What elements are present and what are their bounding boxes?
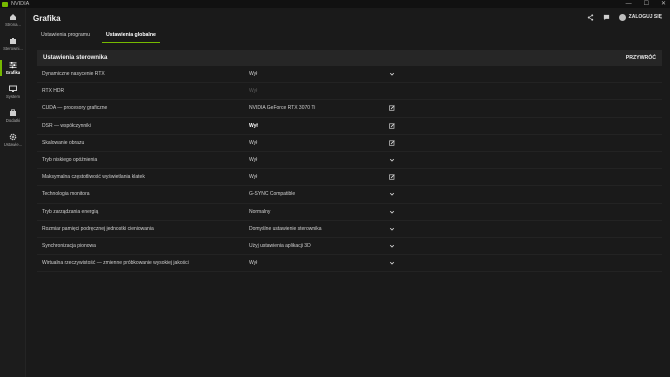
setting-value[interactable]: Wył: [249, 174, 257, 180]
gear-icon: [9, 133, 17, 141]
share-icon[interactable]: [587, 13, 595, 21]
sliders-icon: [9, 61, 17, 69]
login-label: ZALOGUJ SIĘ: [628, 14, 662, 20]
setting-label: Rozmiar pamięci podręcznej jednostki cie…: [42, 225, 154, 232]
setting-value[interactable]: Użyj ustawienia aplikacji 3D: [249, 243, 311, 249]
window-controls: — ☐ ✕: [626, 0, 666, 8]
app-title: NVIDIA: [11, 1, 30, 7]
sidebar-item-label: System: [6, 94, 20, 99]
sidebar-item-settings[interactable]: Ustawie...: [0, 128, 26, 152]
chevron-down-icon[interactable]: [388, 208, 395, 215]
setting-value[interactable]: Wył: [249, 260, 257, 266]
setting-value[interactable]: Wył: [249, 157, 257, 163]
chevron-down-icon[interactable]: [388, 71, 395, 78]
title-bar: NVIDIA — ☐ ✕: [0, 0, 670, 8]
setting-value[interactable]: Wył: [249, 71, 257, 77]
login-button[interactable]: ZALOGUJ SIĘ: [618, 13, 662, 21]
setting-row[interactable]: DSR — współczynniki Wył: [37, 118, 662, 135]
setting-label: Synchronizacja pionowa: [42, 242, 96, 249]
setting-label: Technologia monitora: [42, 191, 90, 198]
sidebar-item-label: Ustawie...: [3, 142, 23, 147]
page-title: Grafika: [33, 13, 61, 23]
setting-label: Maksymalna częstotliwość wyświetlania kl…: [42, 174, 145, 181]
setting-label: Skalowanie obrazu: [42, 139, 85, 146]
setting-label: CUDA — procesory graficzne: [42, 105, 108, 112]
addons-icon: [9, 109, 17, 117]
setting-label: Tryb niskiego opóźnienia: [42, 157, 98, 164]
sidebar-item-label: Strona...: [5, 22, 21, 27]
close-button[interactable]: ✕: [661, 0, 666, 8]
chevron-down-icon[interactable]: [388, 225, 395, 232]
setting-label: Wirtualna rzeczywistość — zmienne próbko…: [42, 260, 189, 267]
header-actions: ZALOGUJ SIĘ: [587, 13, 662, 21]
chevron-down-icon[interactable]: [388, 191, 395, 198]
home-icon: [9, 13, 17, 21]
panel-header: Ustawienia sterownika PRZYWRÓĆ: [37, 50, 662, 66]
page-header: Grafika ZALOGUJ SIĘ: [27, 8, 670, 28]
driver-icon: [9, 37, 17, 45]
setting-row[interactable]: Maksymalna częstotliwość wyświetlania kl…: [37, 169, 662, 187]
setting-label: RTX HDR: [42, 88, 65, 95]
setting-value[interactable]: Domyślne ustawienie sterownika: [249, 226, 322, 232]
setting-value[interactable]: Normalny: [249, 209, 270, 215]
edit-icon[interactable]: [388, 174, 395, 181]
setting-label: Dynamiczne nasycenie RTX: [42, 71, 105, 78]
settings-list: Dynamiczne nasycenie RTX Wył RTX HDR Wył CUD…: [37, 66, 662, 273]
sidebar-item-addons[interactable]: Dodatki: [0, 104, 26, 128]
feedback-icon[interactable]: [603, 13, 611, 21]
setting-value: Wył: [249, 88, 258, 95]
sidebar-item-drivers[interactable]: Sterowni...: [0, 32, 26, 56]
monitor-icon: [9, 85, 17, 93]
setting-label: Tryb zarządzania energią: [42, 208, 99, 215]
setting-row[interactable]: Rozmiar pamięci podręcznej jednostki cie…: [37, 221, 662, 238]
sidebar-item-label: Sterowni...: [3, 46, 23, 51]
setting-row[interactable]: Skalowanie obrazu Wył: [37, 135, 662, 152]
tab-global-settings[interactable]: Ustawienia globalne: [98, 29, 164, 43]
panel-title: Ustawienia sterownika: [43, 55, 108, 61]
setting-value[interactable]: Wył: [249, 123, 258, 129]
sidebar-item-home[interactable]: Strona...: [0, 8, 26, 32]
setting-label: DSR — współczynniki: [42, 122, 91, 129]
maximize-button[interactable]: ☐: [644, 0, 649, 8]
setting-row: RTX HDR Wył: [37, 83, 662, 101]
setting-row[interactable]: Technologia monitora G-SYNC Compatible: [37, 186, 662, 204]
setting-row[interactable]: Synchronizacja pionowa Użyj ustawienia ap…: [37, 238, 662, 256]
setting-value[interactable]: Wył: [249, 140, 257, 146]
avatar: [618, 13, 626, 21]
setting-row[interactable]: Tryb zarządzania energią Normalny: [37, 204, 662, 221]
tab-bar: Ustawienia programu Ustawienia globalne: [33, 29, 164, 43]
edit-icon[interactable]: [388, 139, 395, 146]
minimize-button[interactable]: —: [626, 0, 632, 8]
chevron-down-icon[interactable]: [388, 242, 395, 249]
driver-settings-panel: Ustawienia sterownika PRZYWRÓĆ Dynamiczn…: [37, 50, 662, 276]
sidebar: Strona... Sterowni... Grafika System Dod…: [0, 8, 26, 377]
edit-icon[interactable]: [388, 122, 395, 129]
nvidia-logo-icon: [2, 1, 8, 7]
setting-value[interactable]: G-SYNC Compatible: [249, 191, 295, 197]
setting-row[interactable]: CUDA — procesory graficzne NVIDIA GeForce…: [37, 100, 662, 118]
sidebar-item-label: Dodatki: [5, 118, 21, 123]
setting-value[interactable]: NVIDIA GeForce RTX 3070 Ti: [249, 105, 315, 111]
chevron-down-icon[interactable]: [388, 260, 395, 267]
setting-row[interactable]: Wirtualna rzeczywistość — zmienne próbko…: [37, 255, 662, 273]
setting-row[interactable]: Tryb niskiego opóźnienia Wył: [37, 152, 662, 170]
reset-button[interactable]: PRZYWRÓĆ: [626, 55, 656, 61]
chevron-down-icon[interactable]: [388, 157, 395, 164]
sidebar-item-system[interactable]: System: [0, 80, 26, 104]
sidebar-item-label: Grafika: [5, 70, 21, 75]
tab-program-settings[interactable]: Ustawienia programu: [33, 29, 98, 43]
setting-row[interactable]: Dynamiczne nasycenie RTX Wył: [37, 66, 662, 84]
sidebar-item-graphics[interactable]: Grafika: [0, 56, 26, 80]
edit-icon[interactable]: [388, 105, 395, 112]
